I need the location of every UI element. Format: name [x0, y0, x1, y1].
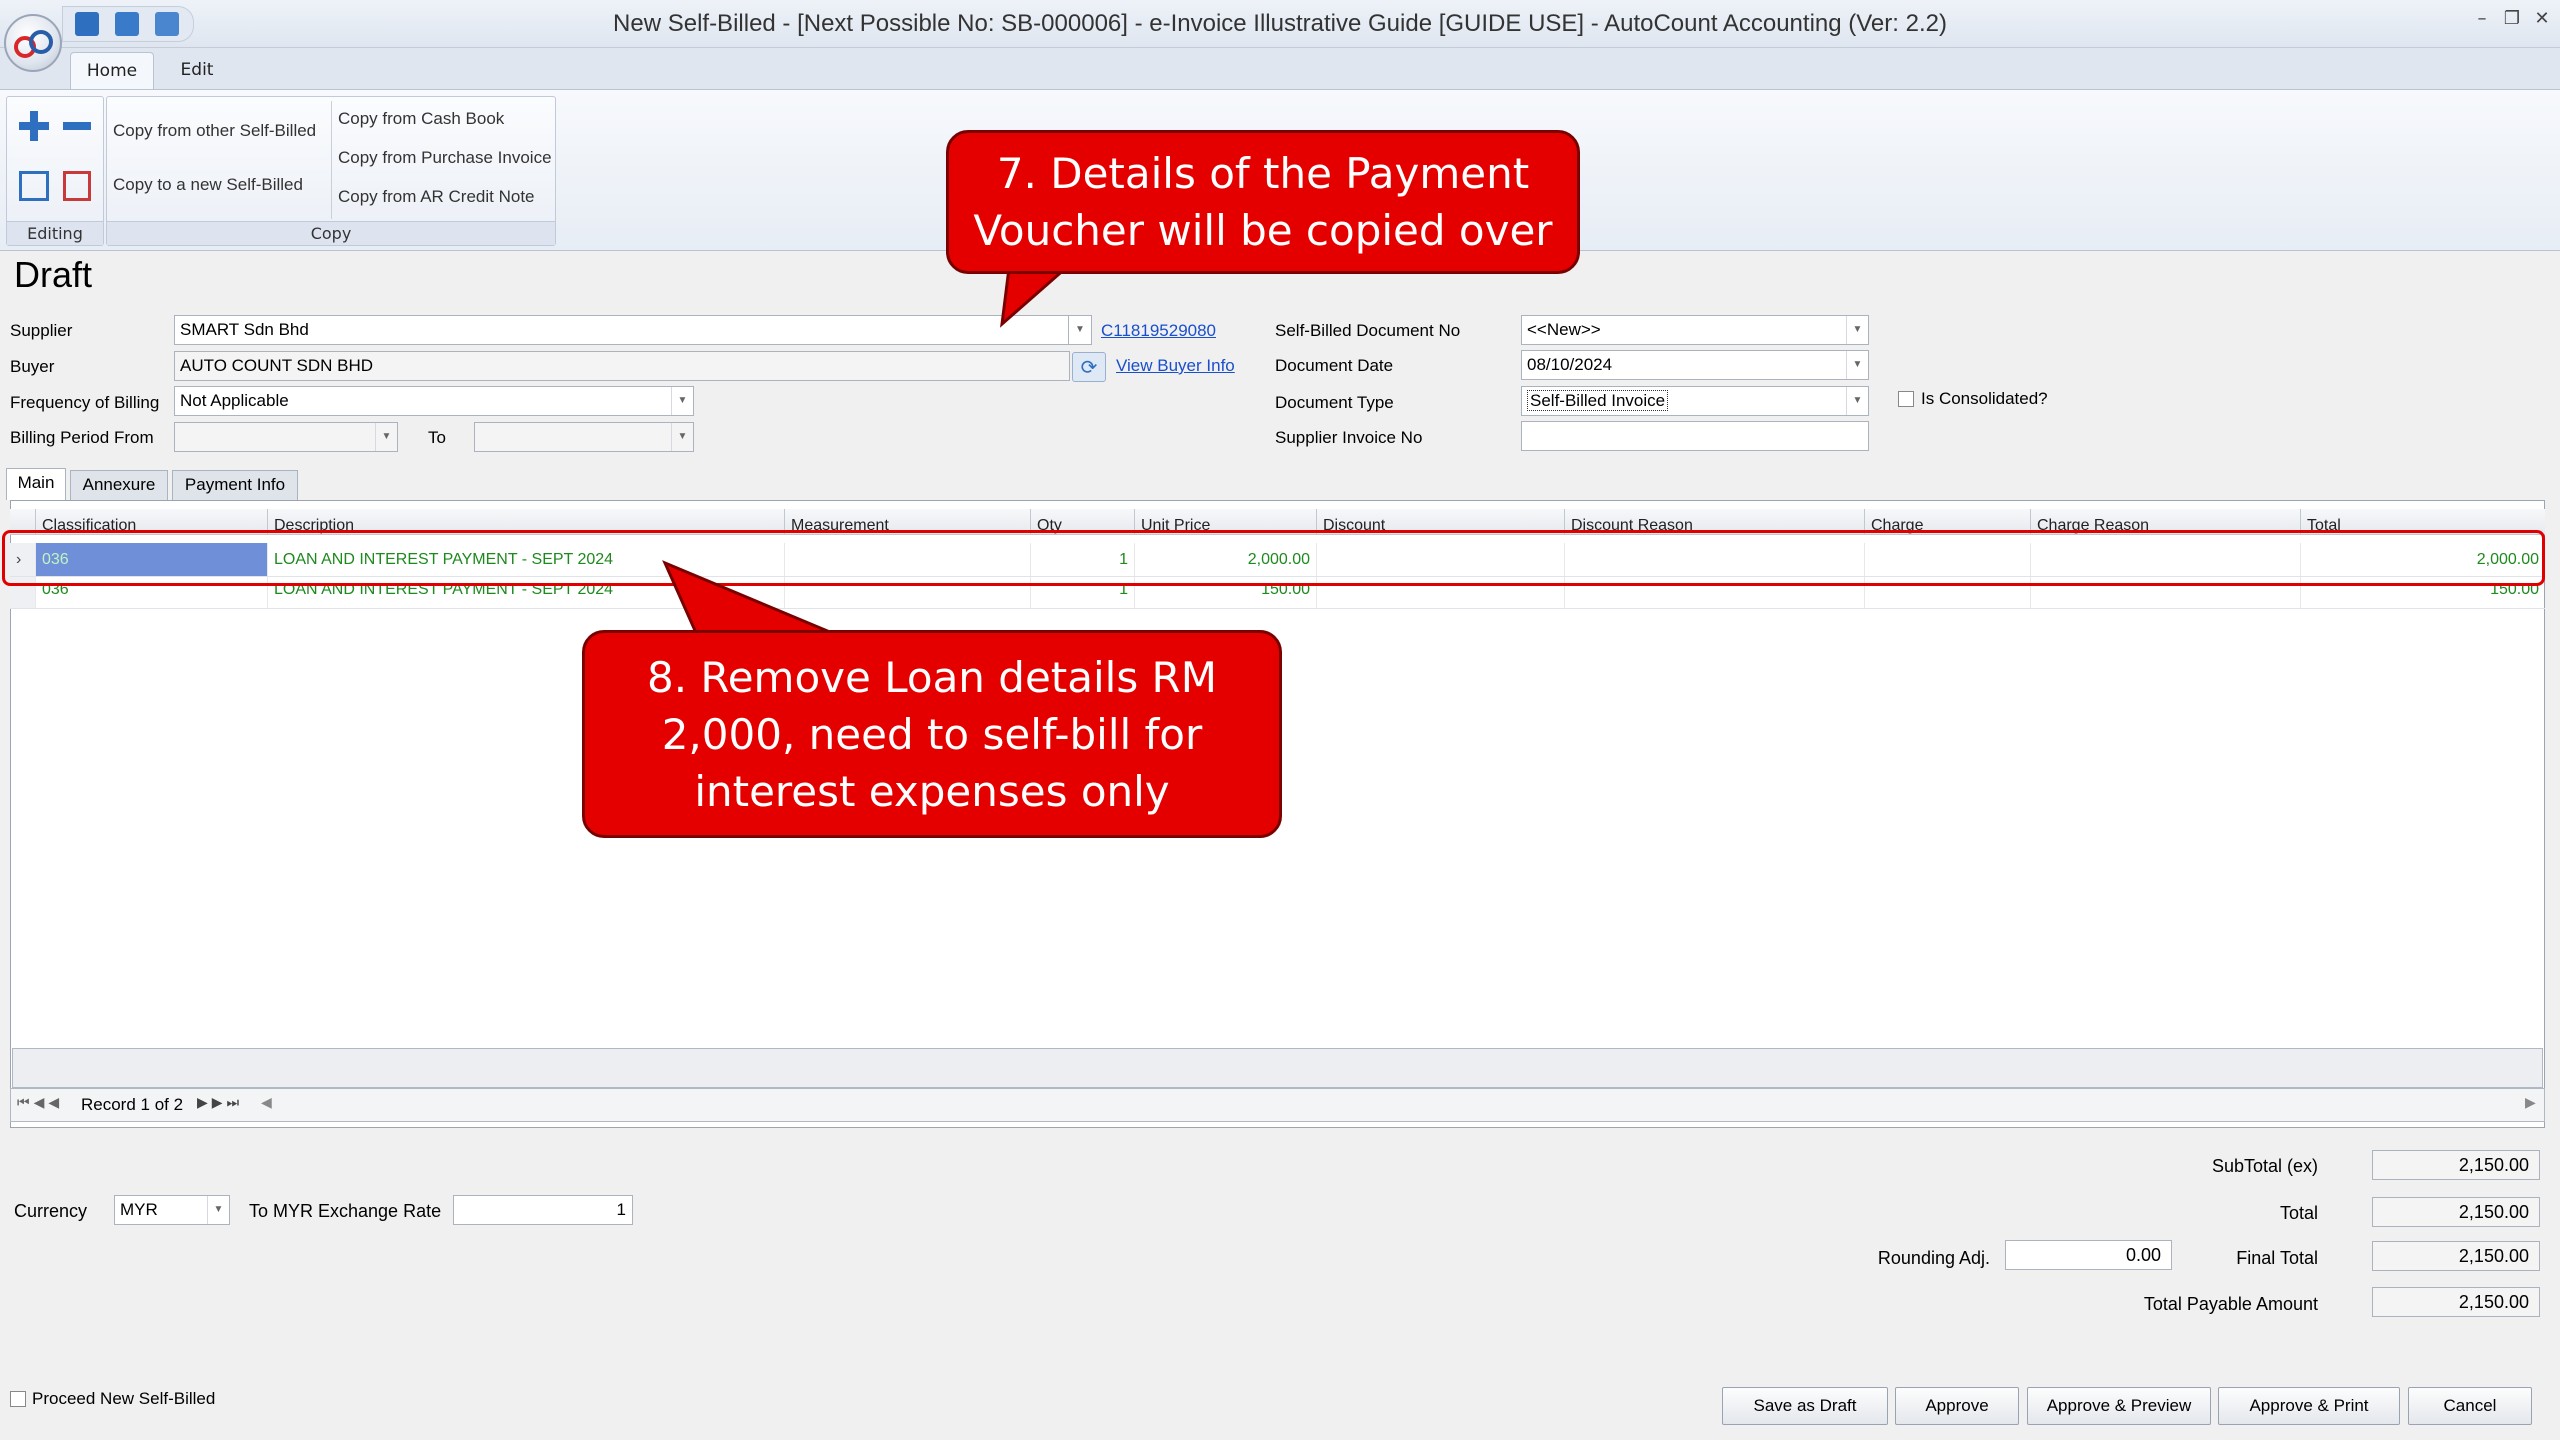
billing-from-field[interactable]: ▼ — [174, 422, 398, 452]
record-navigator: ⏮◀◀ Record 1 of 2 ▶▶⏭ ◀ ▶ — [10, 1088, 2545, 1122]
exchange-rate-input[interactable]: 1 — [453, 1195, 633, 1225]
subtotal-label: SubTotal (ex) — [2211, 1156, 2318, 1176]
copy-from-purchase-invoice[interactable]: Copy from Purchase Invoice — [338, 148, 552, 168]
tab-payment-info[interactable]: Payment Info — [172, 470, 298, 500]
callout-step-7: 7. Details of the Payment Voucher will b… — [946, 130, 1580, 274]
total-payable-value: 2,150.00 — [2372, 1287, 2540, 1317]
tab-annexure[interactable]: Annexure — [70, 470, 168, 500]
frequency-select[interactable]: Not Applicable ▼ — [174, 386, 694, 416]
doc-no-value: <<New>> — [1527, 320, 1601, 339]
doc-date-value: 08/10/2024 — [1527, 355, 1613, 374]
doc-date-label: Document Date — [1275, 356, 1394, 375]
approve-button[interactable]: Approve — [1895, 1387, 2019, 1425]
doc-type-select[interactable]: Self-Billed Invoice ▼ — [1521, 386, 1869, 416]
scroll-right-icon[interactable]: ▶ — [2525, 1095, 2536, 1111]
cancel-button[interactable]: Cancel — [2408, 1387, 2532, 1425]
chevron-down-icon: ▼ — [1846, 387, 1868, 415]
save-icon[interactable] — [75, 12, 99, 36]
supplier-field[interactable]: SMART Sdn Bhd — [174, 315, 1092, 345]
doc-no-field[interactable]: <<New>> ▼ — [1521, 315, 1869, 345]
chevron-down-icon: ▼ — [671, 423, 693, 451]
tab-main[interactable]: Main — [6, 468, 66, 500]
total-value: 2,150.00 — [2372, 1197, 2540, 1227]
add-icon[interactable] — [19, 111, 49, 141]
billing-to-label: To — [428, 428, 446, 447]
currency-select[interactable]: MYR ▼ — [114, 1195, 230, 1225]
ribbon-group-copy: Copy from other Self-Billed Copy to a ne… — [106, 96, 556, 246]
copy-to-new-self-billed[interactable]: Copy to a new Self-Billed — [113, 175, 303, 195]
billing-to-field[interactable]: ▼ — [474, 422, 694, 452]
copy-from-cash-book[interactable]: Copy from Cash Book — [338, 109, 504, 129]
refresh-buyer-icon[interactable]: ⟳ — [1072, 352, 1106, 382]
final-total-label: Final Total — [2236, 1248, 2318, 1268]
doc-type-value: Self-Billed Invoice — [1527, 390, 1669, 411]
currency-label: Currency — [14, 1201, 88, 1221]
group-divider — [331, 101, 332, 219]
total-payable-label: Total Payable Amount — [2143, 1294, 2318, 1314]
billing-from-label: Billing Period From — [10, 428, 154, 447]
rounding-label: Rounding Adj. — [1877, 1248, 1990, 1268]
chevron-down-icon: ▼ — [375, 423, 397, 451]
doc-type-label: Document Type — [1275, 393, 1394, 412]
supplier-invoice-label: Supplier Invoice No — [1275, 428, 1423, 447]
copy-from-ar-credit-note[interactable]: Copy from AR Credit Note — [338, 187, 535, 207]
chevron-down-icon: ▼ — [1846, 316, 1868, 344]
chevron-down-icon: ▼ — [207, 1196, 229, 1224]
close-button[interactable]: ✕ — [2528, 8, 2556, 32]
ribbon-group-editing: Editing — [6, 96, 104, 246]
doc-no-label: Self-Billed Document No — [1275, 321, 1461, 340]
logo-ring-blue — [29, 30, 53, 54]
nav-first-prev-icon[interactable]: ⏮◀◀ — [17, 1095, 63, 1111]
is-consolidated-checkbox[interactable] — [1898, 391, 1914, 407]
save-as-icon[interactable] — [115, 12, 139, 36]
subtotal-value: 2,150.00 — [2372, 1150, 2540, 1180]
scroll-left-icon[interactable]: ◀ — [261, 1095, 272, 1111]
proceed-new-checkbox[interactable] — [10, 1391, 26, 1407]
window-title: New Self-Billed - [Next Possible No: SB-… — [613, 10, 1947, 37]
grid-footer — [12, 1048, 2543, 1088]
app-menu-button[interactable] — [4, 14, 62, 72]
minimize-button[interactable]: – — [2468, 8, 2496, 32]
final-total-value: 2,150.00 — [2372, 1241, 2540, 1271]
callout-step-8: 8. Remove Loan details RM 2,000, need to… — [582, 630, 1282, 838]
restore-button[interactable]: ❐ — [2498, 8, 2526, 32]
list-icon[interactable] — [63, 171, 91, 201]
ribbon-tab-bar — [0, 48, 2560, 90]
supplier-invoice-input[interactable] — [1521, 421, 1869, 451]
select-all-icon[interactable] — [19, 171, 49, 201]
copy-group-label: Copy — [107, 221, 555, 245]
remove-icon[interactable] — [63, 122, 91, 130]
proceed-new-label: Proceed New Self-Billed — [32, 1389, 216, 1408]
frequency-value: Not Applicable — [180, 391, 289, 410]
supplier-code-link[interactable]: C11819529080 — [1101, 321, 1216, 341]
chevron-down-icon: ▼ — [671, 387, 693, 415]
view-buyer-info-link[interactable]: View Buyer Info — [1116, 356, 1235, 376]
is-consolidated-label: Is Consolidated? — [1921, 389, 2048, 408]
buyer-value: AUTO COUNT SDN BHD — [180, 356, 374, 375]
total-label: Total — [2279, 1203, 2318, 1223]
record-count: Record 1 of 2 — [81, 1095, 184, 1114]
chevron-down-icon: ▼ — [1846, 351, 1868, 379]
document-status: Draft — [14, 254, 93, 295]
supplier-value: SMART Sdn Bhd — [180, 320, 309, 339]
nav-next-last-icon[interactable]: ▶▶⏭ — [197, 1095, 243, 1111]
tab-edit[interactable]: Edit — [160, 52, 234, 90]
doc-date-field[interactable]: 08/10/2024 ▼ — [1521, 350, 1869, 380]
editing-group-label: Editing — [7, 221, 103, 245]
exchange-rate-label: To MYR Exchange Rate — [249, 1201, 442, 1221]
frequency-label: Frequency of Billing — [10, 393, 160, 412]
save-all-icon[interactable] — [155, 12, 179, 36]
row-highlight-box — [2, 530, 2545, 586]
approve-print-button[interactable]: Approve & Print — [2218, 1387, 2400, 1425]
currency-value: MYR — [120, 1200, 158, 1219]
quick-access-toolbar — [62, 6, 194, 42]
buyer-field[interactable]: AUTO COUNT SDN BHD — [174, 351, 1070, 381]
supplier-label: Supplier — [10, 321, 73, 340]
save-as-draft-button[interactable]: Save as Draft — [1722, 1387, 1888, 1425]
tab-home[interactable]: Home — [70, 52, 154, 90]
buyer-label: Buyer — [10, 357, 55, 376]
copy-from-other-self-billed[interactable]: Copy from other Self-Billed — [113, 121, 316, 141]
approve-preview-button[interactable]: Approve & Preview — [2027, 1387, 2211, 1425]
